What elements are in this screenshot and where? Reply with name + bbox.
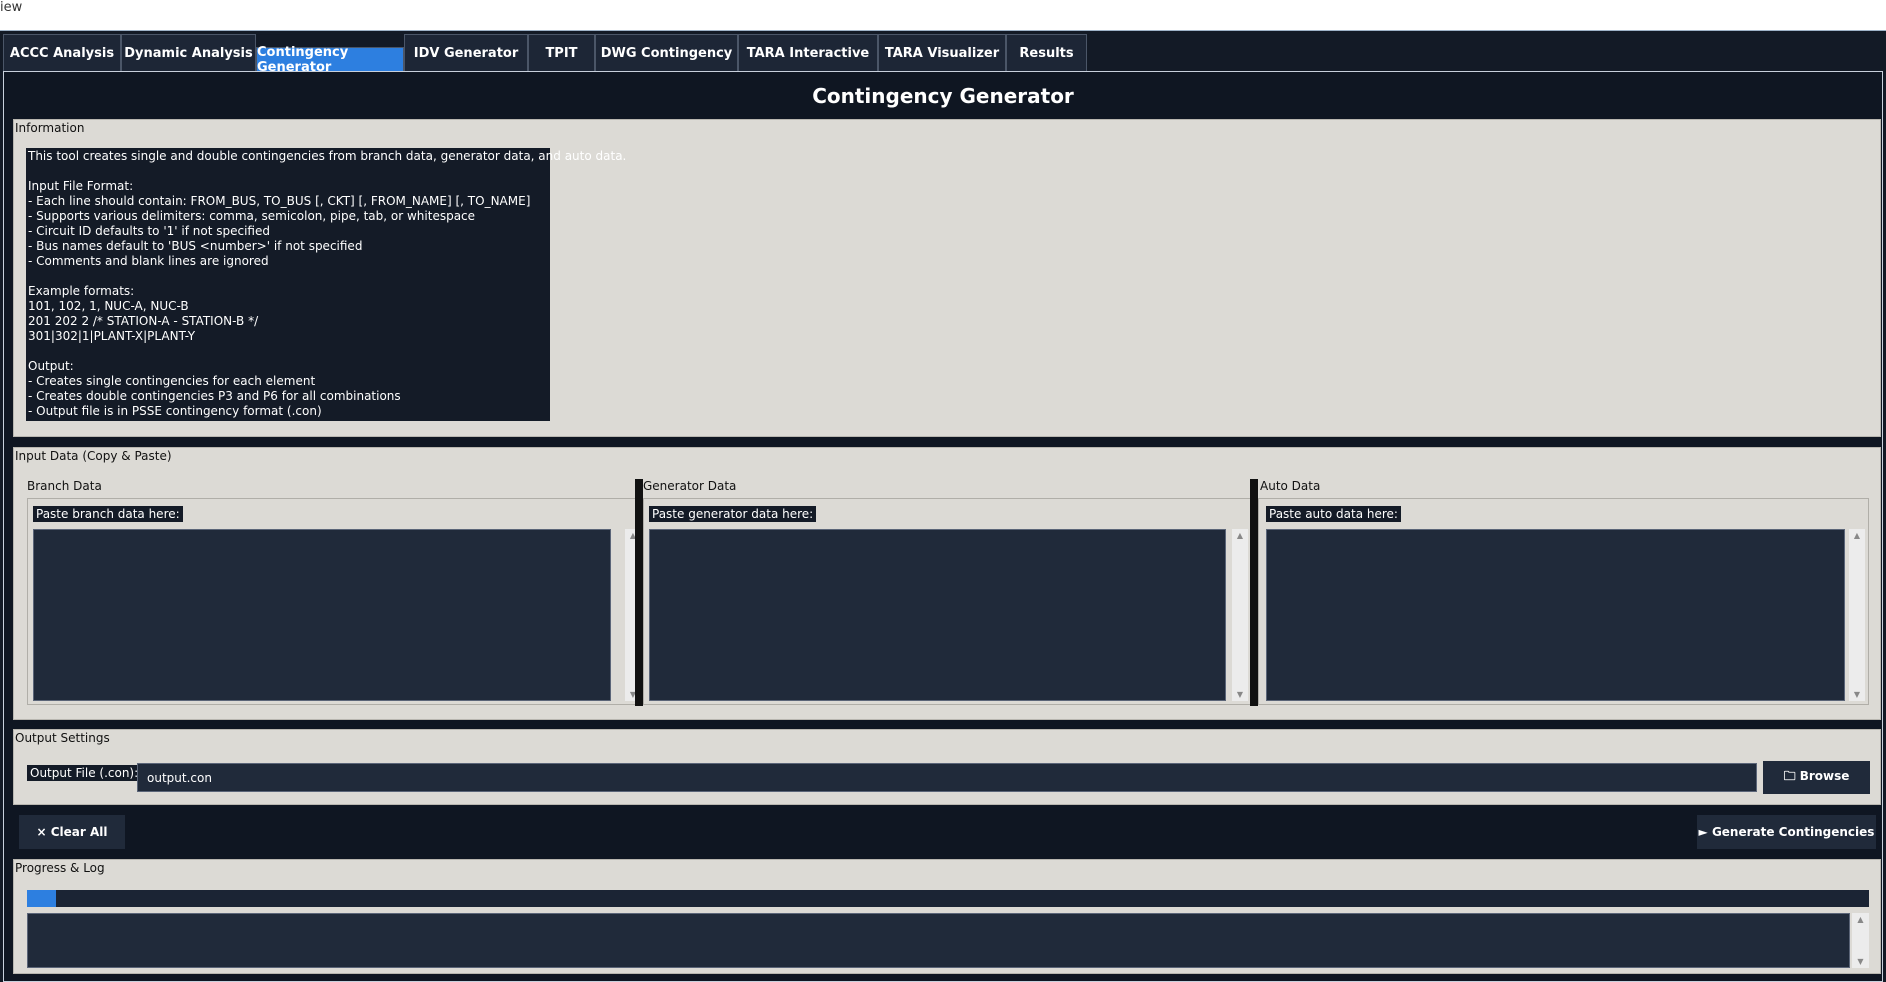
branch-data-textarea[interactable] bbox=[33, 529, 611, 701]
generator-data-scrollbar[interactable]: ▲ ▼ bbox=[1232, 529, 1248, 701]
information-line: - Circuit ID defaults to '1' if not spec… bbox=[28, 224, 270, 238]
information-line: - Output file is in PSSE contingency for… bbox=[28, 404, 322, 418]
input-data-group: Input Data (Copy & Paste) Branch Data Pa… bbox=[13, 447, 1881, 720]
generator-data-panel: Paste generator data here: ▲ ▼ bbox=[643, 498, 1253, 705]
tab-tpit[interactable]: TPIT bbox=[528, 34, 595, 71]
generate-contingencies-button[interactable]: ► Generate Contingencies bbox=[1697, 815, 1876, 849]
pane-divider[interactable] bbox=[1250, 479, 1258, 706]
auto-data-textarea[interactable] bbox=[1266, 529, 1845, 701]
progress-log-group: Progress & Log ▲ ▼ bbox=[13, 859, 1881, 974]
output-file-input[interactable]: output.con bbox=[137, 763, 1757, 792]
information-line: - Supports various delimiters: comma, se… bbox=[28, 209, 476, 223]
information-line: 101, 102, 1, NUC-A, NUC-B bbox=[28, 299, 189, 313]
auto-data-panel: Paste auto data here: ▲ ▼ bbox=[1258, 498, 1869, 705]
tab-accc-analysis[interactable]: ACCC Analysis bbox=[3, 34, 121, 71]
progress-log-title: Progress & Log bbox=[15, 861, 105, 875]
information-line bbox=[28, 269, 548, 284]
input-data-title: Input Data (Copy & Paste) bbox=[15, 449, 172, 463]
information-line: - Comments and blank lines are ignored bbox=[28, 254, 269, 268]
generator-data-label: Generator Data bbox=[643, 479, 737, 493]
log-textarea[interactable] bbox=[27, 913, 1850, 968]
output-settings-title: Output Settings bbox=[15, 731, 110, 745]
information-title: Information bbox=[15, 121, 85, 135]
tab-dynamic-analysis[interactable]: Dynamic Analysis bbox=[121, 34, 256, 71]
window-titlebar: iew bbox=[0, 0, 1886, 30]
information-group: Information This tool creates single and… bbox=[13, 119, 1881, 437]
information-line: - Each line should contain: FROM_BUS, TO… bbox=[28, 194, 531, 208]
generator-data-textarea[interactable] bbox=[649, 529, 1226, 701]
information-line: - Creates single contingencies for each … bbox=[28, 374, 316, 388]
clear-all-button[interactable]: × Clear All bbox=[19, 815, 125, 849]
scroll-up-icon[interactable]: ▲ bbox=[1852, 915, 1869, 924]
log-scrollbar[interactable]: ▲ ▼ bbox=[1852, 913, 1869, 968]
auto-data-prompt: Paste auto data here: bbox=[1266, 506, 1401, 522]
tab-idv-generator[interactable]: IDV Generator bbox=[404, 34, 528, 71]
information-line: 201 202 2 /* STATION-A - STATION-B */ bbox=[28, 314, 259, 328]
information-line: Example formats: bbox=[28, 284, 135, 298]
page-title: Contingency Generator bbox=[812, 84, 1074, 108]
progress-bar bbox=[27, 890, 1869, 907]
information-line: This tool creates single and double cont… bbox=[28, 149, 627, 163]
information-line: - Bus names default to 'BUS <number>' if… bbox=[28, 239, 363, 253]
window-title: iew bbox=[0, 0, 23, 15]
output-settings-group: Output Settings Output File (.con): outp… bbox=[13, 729, 1881, 805]
scroll-up-icon[interactable]: ▲ bbox=[1849, 531, 1865, 540]
information-line bbox=[28, 344, 548, 359]
tab-tara-interactive[interactable]: TARA Interactive bbox=[738, 34, 878, 71]
generator-data-prompt: Paste generator data here: bbox=[649, 506, 817, 522]
branch-data-label: Branch Data bbox=[27, 479, 102, 493]
branch-data-panel: Paste branch data here: ▲ ▼ bbox=[27, 498, 646, 705]
auto-data-label: Auto Data bbox=[1260, 479, 1321, 493]
progress-bar-fill bbox=[27, 890, 57, 907]
information-line: Input File Format: bbox=[28, 179, 134, 193]
auto-data-scrollbar[interactable]: ▲ ▼ bbox=[1849, 529, 1865, 701]
pane-divider[interactable] bbox=[635, 479, 643, 706]
tab-contingency-generator[interactable]: Contingency Generator bbox=[256, 45, 404, 75]
tab-dwg-contingency[interactable]: DWG Contingency bbox=[595, 34, 738, 71]
scroll-down-icon[interactable]: ▼ bbox=[1852, 957, 1869, 966]
information-text: This tool creates single and double cont… bbox=[26, 148, 627, 421]
scroll-down-icon[interactable]: ▼ bbox=[1232, 690, 1248, 699]
browse-button[interactable]: 🗀 Browse bbox=[1763, 761, 1870, 794]
information-line: 301|302|1|PLANT-X|PLANT-Y bbox=[28, 329, 196, 343]
scroll-up-icon[interactable]: ▲ bbox=[1232, 531, 1248, 540]
information-line: Output: bbox=[28, 359, 74, 373]
tab-results[interactable]: Results bbox=[1006, 34, 1087, 71]
information-line bbox=[28, 164, 548, 179]
branch-data-prompt: Paste branch data here: bbox=[33, 506, 183, 522]
information-line: - Creates double contingencies P3 and P6… bbox=[28, 389, 401, 403]
scroll-down-icon[interactable]: ▼ bbox=[1849, 690, 1865, 699]
tab-tara-visualizer[interactable]: TARA Visualizer bbox=[878, 34, 1006, 71]
output-file-label: Output File (.con): bbox=[27, 765, 142, 781]
